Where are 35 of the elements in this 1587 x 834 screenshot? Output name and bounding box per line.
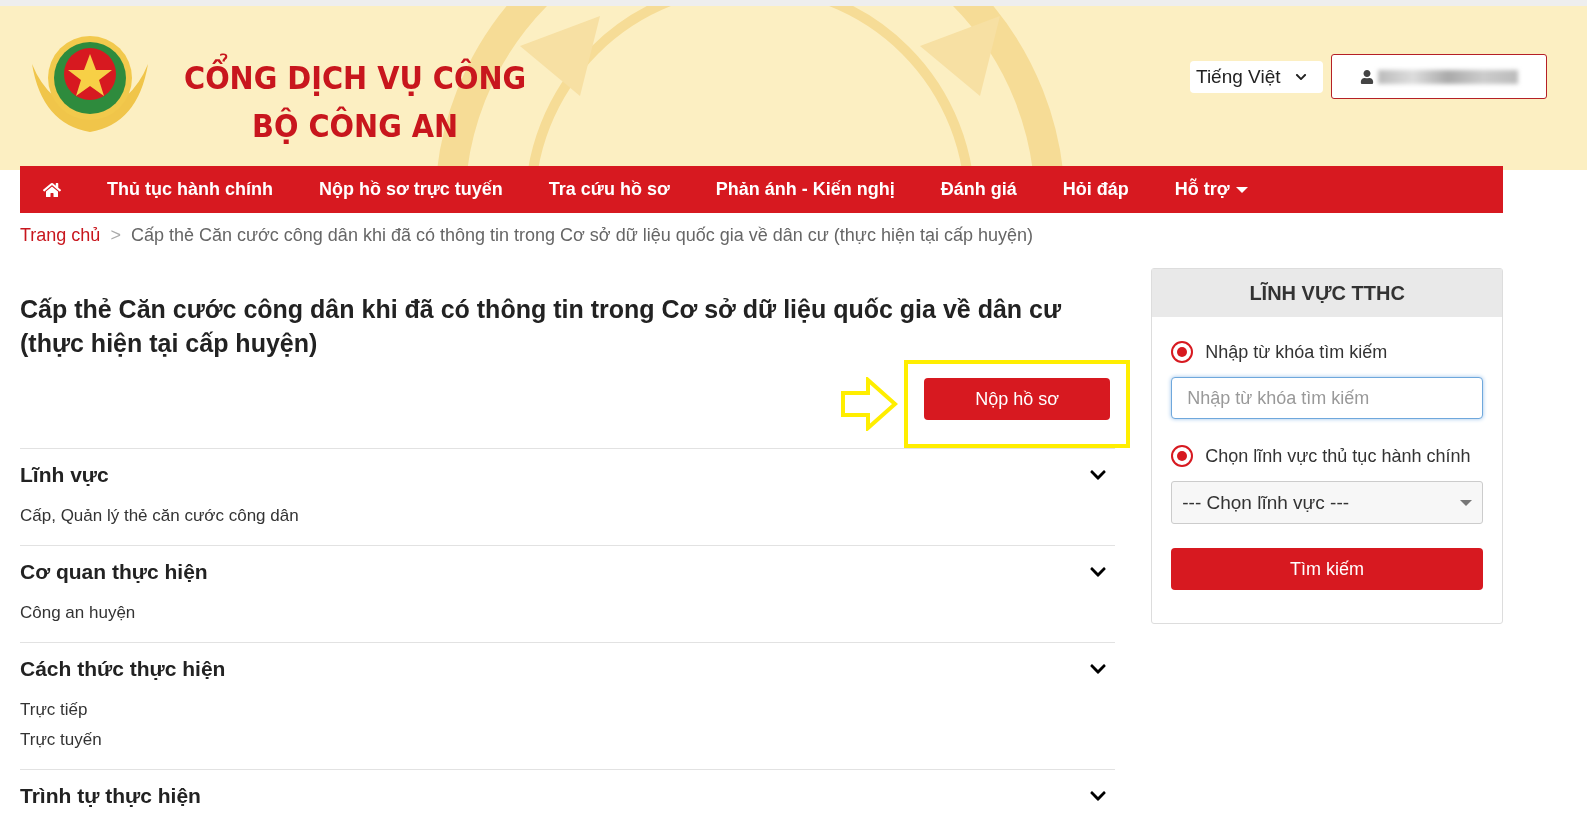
site-title: CỔNG DỊCH VỤ CÔNG	[184, 54, 527, 102]
language-select[interactable]: Tiếng Việt	[1190, 60, 1323, 93]
section-title: Cách thức thực hiện	[20, 657, 226, 681]
search-field[interactable]: Nhập từ khóa tìm kiếm	[1171, 377, 1483, 419]
radio-label: Chọn lĩnh vực thủ tục hành chính	[1205, 445, 1471, 467]
nav-link[interactable]: Hỏi đáp	[1039, 166, 1152, 213]
section-value: Trực tuyến	[20, 729, 103, 751]
procedure-title: Cấp thẻ Căn cước công dân khi đã có thông tin trong Cơ sở dữ liệu quốc gia về dân cư (thực hiện tại cấp huyện)	[20, 294, 1063, 359]
section-title: Cơ quan thực hiện	[20, 560, 208, 584]
site-title: BỘ CÔNG AN	[251, 105, 460, 147]
nav-link[interactable]: Nộp hồ sơ trực tuyến	[296, 166, 526, 213]
sidebar-title: LĨNH VỰC TTHC	[1152, 269, 1502, 317]
category-select[interactable]: --- Chọn lĩnh vực ---	[1171, 481, 1483, 524]
nav-link[interactable]: Thủ tục hành chính	[84, 166, 296, 213]
nav-dropdown[interactable]: Hỗ trợ	[1151, 166, 1271, 213]
nav-link[interactable]: Đánh giá	[917, 166, 1040, 213]
nav-link[interactable]: Tra cứu hồ sơ	[525, 166, 693, 213]
arrow-icon	[840, 377, 899, 431]
nav-link[interactable]: Phản ánh - Kiến nghị	[692, 166, 918, 213]
section-value: Trực tiếp	[20, 699, 89, 721]
breadcrumb-current: Cấp thẻ Căn cước công dân khi đã có thông tin trong Cơ sở dữ liệu quốc gia về dân cư (thực hiện tại cấp huyện)	[130, 225, 1034, 246]
user-account-button[interactable]	[1331, 54, 1547, 99]
user-icon	[1360, 69, 1374, 84]
breadcrumb-home-link[interactable]: Trang chủ	[20, 225, 101, 246]
radio-label: Nhập từ khóa tìm kiếm	[1205, 341, 1388, 363]
radio-button[interactable]	[1171, 445, 1194, 467]
submit-button[interactable]: Nộp hồ sơ	[924, 378, 1111, 420]
section-value: Cấp, Quản lý thẻ căn cước công dân	[20, 505, 300, 527]
section-title: Lĩnh vực	[20, 463, 109, 487]
section-title: Trình tự thực hiện	[20, 784, 201, 808]
home-icon	[43, 180, 61, 199]
breadcrumb-separator: >	[110, 225, 121, 246]
search-button[interactable]: Tìm kiếm	[1171, 548, 1483, 590]
section-value: Công an huyện	[20, 602, 137, 624]
radio-button[interactable]	[1171, 341, 1194, 363]
